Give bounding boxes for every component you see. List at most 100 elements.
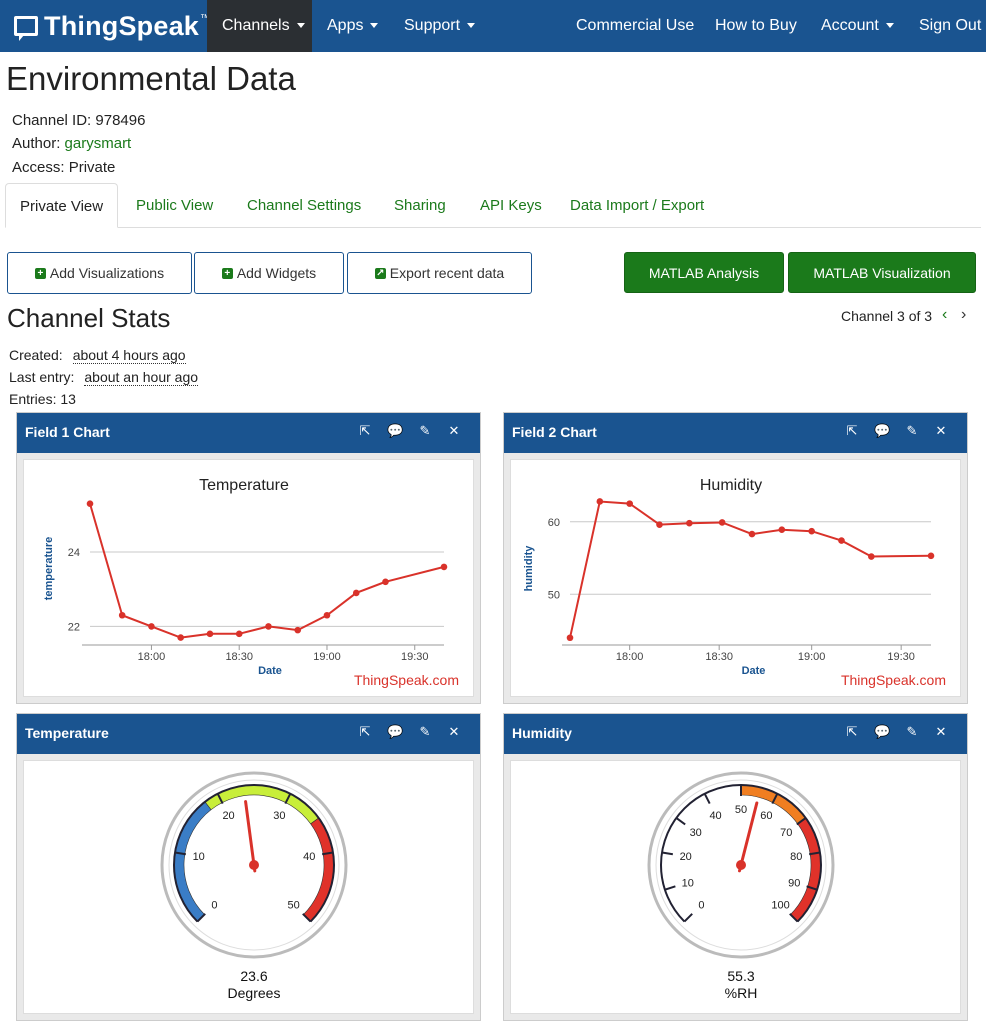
data-point: [868, 553, 875, 560]
temperature-gauge: 0 10 20 30 40 50 23.6Degrees: [160, 771, 348, 1001]
external-link-icon[interactable]: ⇱: [844, 423, 860, 439]
gauge-tick-label: 20: [680, 851, 692, 863]
data-point: [748, 530, 756, 538]
pencil-icon[interactable]: ✎: [904, 724, 920, 740]
gauge-tick-label: 50: [287, 900, 299, 912]
comment-icon[interactable]: 💬: [387, 724, 403, 740]
data-point: [927, 552, 935, 560]
y-axis-label: temperature: [43, 537, 55, 601]
access-value: Private: [68, 159, 116, 176]
add-widgets-button[interactable]: + Add Widgets: [194, 252, 344, 294]
data-point: [265, 623, 272, 630]
nav-account[interactable]: Account: [806, 0, 909, 52]
chart-container: Humidity 50 60 18:00 18:30 19:00 19:30 Date humi…: [510, 459, 961, 697]
field-2-chart-widget: Field 2 Chart ⇱ 💬 ✎ ✕ Humidity 50 60 18:00 1…: [503, 412, 968, 704]
y-tick-label: 60: [548, 517, 560, 529]
created-value: about 4 hours ago: [72, 347, 186, 364]
stat-last-entry: Last entry: about an hour ago: [9, 369, 199, 386]
pencil-icon[interactable]: ✎: [904, 423, 920, 439]
pencil-icon[interactable]: ✎: [417, 724, 433, 740]
external-link-icon[interactable]: ⇱: [357, 724, 373, 740]
comment-icon[interactable]: 💬: [387, 423, 403, 439]
nav-how-to-buy[interactable]: How to Buy: [700, 0, 812, 52]
chevron-down-icon: [296, 23, 305, 29]
widget-header: Field 2 Chart ⇱ 💬 ✎ ✕: [504, 413, 967, 453]
gauge-tick-label: 100: [771, 900, 789, 912]
data-point: [626, 500, 633, 507]
nav-support-label: Support: [404, 17, 461, 34]
x-axis-label: Date: [258, 665, 282, 677]
chart-title: Humidity: [700, 477, 762, 494]
data-point: [686, 519, 693, 527]
nav-channels[interactable]: Channels: [207, 0, 312, 52]
add-visualizations-button[interactable]: + Add Visualizations: [7, 252, 192, 294]
close-icon[interactable]: ✕: [933, 423, 949, 439]
thingspeak-credit: ThingSpeak.com: [354, 672, 459, 688]
close-icon[interactable]: ✕: [446, 724, 462, 740]
x-tick-label: 19:30: [401, 651, 429, 663]
nav-sign-out[interactable]: Sign Out: [904, 0, 986, 52]
channel-author: Author: garysmart: [12, 135, 131, 152]
gauge-container: 0 10 20 30 40 50 23.6 Degrees: [23, 760, 474, 1014]
tab-public-view[interactable]: Public View: [136, 183, 213, 228]
data-point: [596, 498, 604, 505]
channel-pager-text: Channel 3 of 3: [841, 308, 933, 324]
gauge-tick-label: 10: [682, 877, 694, 889]
pencil-icon[interactable]: ✎: [417, 423, 433, 439]
external-link-icon[interactable]: ⇱: [357, 423, 373, 439]
chevron-left-icon[interactable]: ‹: [942, 306, 947, 324]
matlab-analysis-button[interactable]: MATLAB Analysis: [624, 252, 784, 293]
access-label: Access:: [12, 159, 65, 176]
widget-header: Field 1 Chart ⇱ 💬 ✎ ✕: [17, 413, 480, 453]
comment-icon[interactable]: 💬: [874, 423, 890, 439]
tab-api-keys[interactable]: API Keys: [480, 183, 542, 228]
chart-title: Temperature: [199, 477, 289, 494]
gauge-tick-label: 20: [222, 810, 234, 822]
nav-commercial-use[interactable]: Commercial Use: [561, 0, 709, 52]
y-tick-label: 50: [548, 589, 560, 601]
humidity-gauge-widget: Humidity ⇱ 💬 ✎ ✕ 0 10 20 30 40 50 60 70 80 90 100 5…: [503, 713, 968, 1021]
gauge-tick-label: 30: [273, 810, 285, 822]
tab-private-view[interactable]: Private View: [5, 183, 119, 228]
data-point: [382, 578, 389, 586]
gauge-tick-label: 40: [303, 851, 315, 863]
y-tick-label: 22: [68, 621, 80, 633]
x-axis-label: Date: [742, 665, 766, 677]
export-recent-data-button[interactable]: ↗ Export recent data: [347, 252, 532, 294]
gauge-needle-pivot: [249, 860, 259, 870]
tab-sharing[interactable]: Sharing: [394, 183, 446, 228]
chevron-right-icon[interactable]: ›: [961, 306, 966, 324]
nav-support[interactable]: Support: [389, 0, 490, 52]
tab-channel-settings[interactable]: Channel Settings: [247, 183, 361, 228]
thingspeak-logo[interactable]: ThingSpeak ™: [14, 9, 210, 43]
external-link-square-icon: ↗: [374, 267, 386, 279]
nav-how-to-buy-label: How to Buy: [715, 17, 797, 34]
gauge-needle-pivot: [736, 860, 746, 870]
gauge-value: 55.3: [727, 968, 754, 984]
temperature-line-chart: Temperature 22 24 18:00 18:30 19:00 19:30 Date t…: [43, 477, 459, 688]
nav-commercial-label: Commercial Use: [576, 17, 695, 34]
page-title: Environmental Data: [6, 60, 296, 97]
tab-data-import-export[interactable]: Data Import / Export: [570, 183, 704, 228]
export-recent-data-label: Export recent data: [389, 265, 505, 281]
gauge-tick-label: 0: [211, 900, 217, 912]
humidity-line-chart: Humidity 50 60 18:00 18:30 19:00 19:30 Date humi…: [523, 477, 946, 688]
close-icon[interactable]: ✕: [933, 724, 949, 740]
brand-name: ThingSpeak: [44, 10, 200, 41]
x-tick-label: 18:00: [138, 651, 166, 663]
stat-entries: Entries: 13: [9, 391, 76, 407]
widget-title: Field 2 Chart: [512, 424, 597, 440]
thingspeak-credit: ThingSpeak.com: [841, 672, 946, 688]
nav-apps[interactable]: Apps: [312, 0, 393, 52]
author-link[interactable]: garysmart: [65, 135, 132, 152]
comment-icon[interactable]: 💬: [874, 724, 890, 740]
channel-tabs: Private View Public View Channel Setting…: [5, 183, 981, 228]
field-1-chart-widget: Field 1 Chart ⇱ 💬 ✎ ✕ Temperature 22 24 18:…: [16, 412, 481, 704]
plus-square-icon: +: [34, 267, 46, 279]
data-point: [323, 611, 331, 619]
channel-access: Access: Private: [12, 159, 115, 176]
close-icon[interactable]: ✕: [446, 423, 462, 439]
humidity-gauge: 0 10 20 30 40 50 60 70 80 90 100 55.3%RH: [647, 771, 835, 1001]
external-link-icon[interactable]: ⇱: [844, 724, 860, 740]
matlab-visualization-button[interactable]: MATLAB Visualization: [788, 252, 976, 293]
